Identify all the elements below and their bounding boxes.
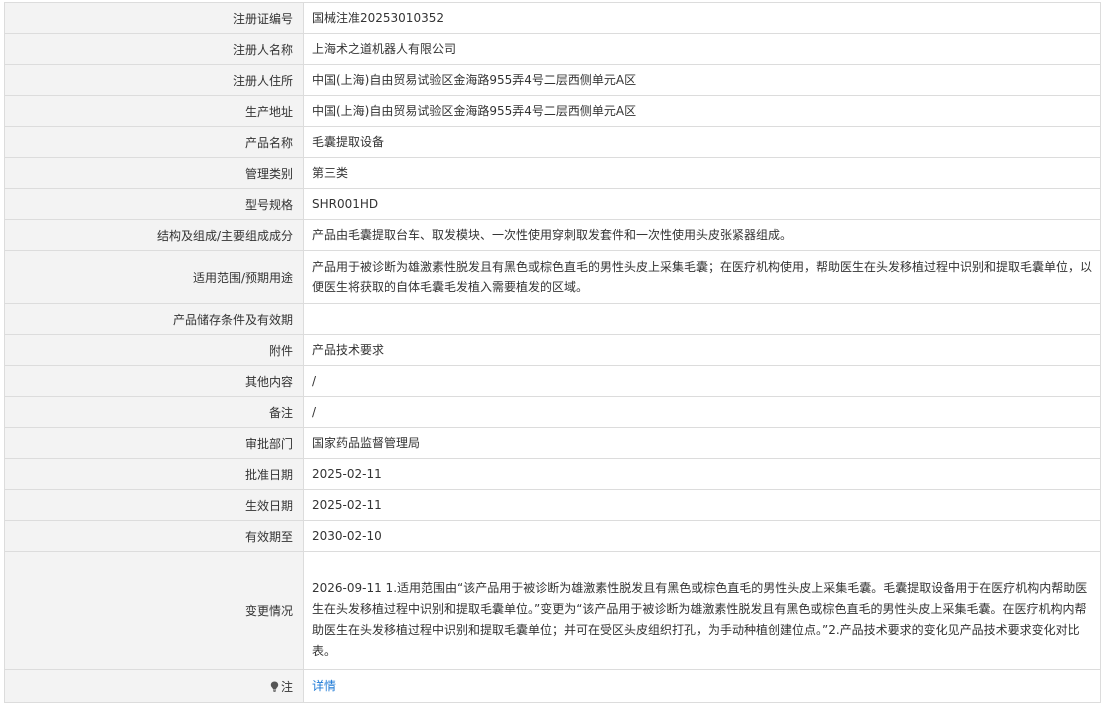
lightbulb-icon <box>270 681 279 692</box>
remarks: / <box>303 396 1101 428</box>
registrant-address: 中国(上海)自由贸易试验区金海路955弄4号二层西侧单元A区 <box>303 64 1101 96</box>
registrant-name: 上海术之道机器人有限公司 <box>303 33 1101 65</box>
row-label: 批准日期 <box>4 458 304 490</box>
row-label: 生产地址 <box>4 95 304 127</box>
table-row: 产品储存条件及有效期 <box>4 303 1101 335</box>
table-row: 生产地址 中国(上海)自由贸易试验区金海路955弄4号二层西侧单元A区 <box>4 95 1101 127</box>
production-address: 中国(上海)自由贸易试验区金海路955弄4号二层西侧单元A区 <box>303 95 1101 127</box>
table-row: 生效日期 2025-02-11 <box>4 489 1101 521</box>
table-row: 结构及组成/主要组成成分 产品由毛囊提取台车、取发模块、一次性使用穿刺取发套件和… <box>4 219 1101 251</box>
storage-conditions <box>303 303 1101 335</box>
row-label: 型号规格 <box>4 188 304 220</box>
registration-info-table: 注册证编号 国械注准20253010352 注册人名称 上海术之道机器人有限公司… <box>4 2 1101 703</box>
note-label-text: 注 <box>280 679 293 694</box>
row-label: 有效期至 <box>4 520 304 552</box>
expiry-date: 2030-02-10 <box>303 520 1101 552</box>
row-label: 生效日期 <box>4 489 304 521</box>
details-link[interactable]: 详情 <box>312 679 336 693</box>
attachment: 产品技术要求 <box>303 334 1101 366</box>
table-row: 注册人名称 上海术之道机器人有限公司 <box>4 33 1101 65</box>
row-label: 其他内容 <box>4 365 304 397</box>
table-row: 其他内容 / <box>4 365 1101 397</box>
row-label: 注册人住所 <box>4 64 304 96</box>
table-row: 适用范围/预期用途 产品用于被诊断为雄激素性脱发且有黑色或棕色直毛的男性头皮上采… <box>4 250 1101 304</box>
row-label: 结构及组成/主要组成成分 <box>4 219 304 251</box>
row-label: 附件 <box>4 334 304 366</box>
row-label: 备注 <box>4 396 304 428</box>
table-row: 型号规格 SHR001HD <box>4 188 1101 220</box>
row-label: 注册证编号 <box>4 2 304 34</box>
row-label: 变更情况 <box>4 551 304 670</box>
structure-composition: 产品由毛囊提取台车、取发模块、一次性使用穿刺取发套件和一次性使用头皮张紧器组成。 <box>303 219 1101 251</box>
intended-use: 产品用于被诊断为雄激素性脱发且有黑色或棕色直毛的男性头皮上采集毛囊；在医疗机构使… <box>303 250 1101 304</box>
row-label: 注册人名称 <box>4 33 304 65</box>
note-label: 注 <box>270 678 293 695</box>
effective-date: 2025-02-11 <box>303 489 1101 521</box>
table-row: 批准日期 2025-02-11 <box>4 458 1101 490</box>
table-row: 注册证编号 国械注准20253010352 <box>4 2 1101 34</box>
approval-department: 国家药品监督管理局 <box>303 427 1101 459</box>
row-label: 审批部门 <box>4 427 304 459</box>
row-label: 管理类别 <box>4 157 304 189</box>
registration-number: 国械注准20253010352 <box>303 2 1101 34</box>
table-row: 变更情况 2026-09-11 1.适用范围由“该产品用于被诊断为雄激素性脱发且… <box>4 551 1101 670</box>
table-row: 注册人住所 中国(上海)自由贸易试验区金海路955弄4号二层西侧单元A区 <box>4 64 1101 96</box>
model-spec: SHR001HD <box>303 188 1101 220</box>
product-name: 毛囊提取设备 <box>303 126 1101 158</box>
note-row-label: 注 <box>4 669 304 703</box>
management-category: 第三类 <box>303 157 1101 189</box>
table-row: 有效期至 2030-02-10 <box>4 520 1101 552</box>
row-label: 产品储存条件及有效期 <box>4 303 304 335</box>
registration-info-panel: 注册证编号 国械注准20253010352 注册人名称 上海术之道机器人有限公司… <box>4 2 1101 703</box>
table-row: 管理类别 第三类 <box>4 157 1101 189</box>
other-content: / <box>303 365 1101 397</box>
change-history: 2026-09-11 1.适用范围由“该产品用于被诊断为雄激素性脱发且有黑色或棕… <box>303 551 1101 670</box>
table-row: 附件 产品技术要求 <box>4 334 1101 366</box>
row-label: 产品名称 <box>4 126 304 158</box>
approval-date: 2025-02-11 <box>303 458 1101 490</box>
table-row: 备注 / <box>4 396 1101 428</box>
table-row: 注 详情 <box>4 669 1101 703</box>
note-value: 详情 <box>303 669 1101 703</box>
table-row: 产品名称 毛囊提取设备 <box>4 126 1101 158</box>
row-label: 适用范围/预期用途 <box>4 250 304 304</box>
table-row: 审批部门 国家药品监督管理局 <box>4 427 1101 459</box>
